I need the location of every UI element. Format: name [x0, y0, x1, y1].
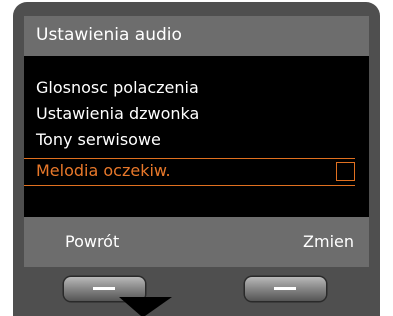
arrow-pointer-icon — [119, 297, 172, 316]
